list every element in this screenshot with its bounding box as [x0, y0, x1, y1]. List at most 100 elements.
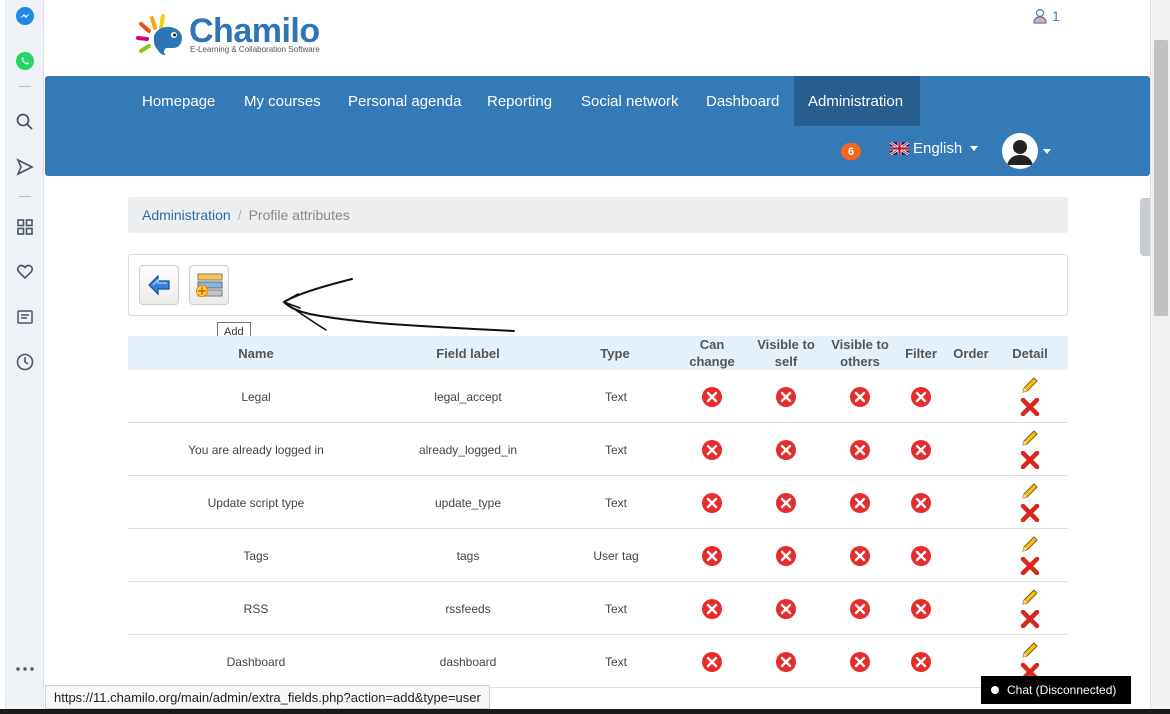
no-icon[interactable] — [775, 386, 797, 408]
nav-reporting[interactable]: Reporting — [487, 76, 552, 126]
col-visible-self[interactable]: Visible to self — [752, 336, 820, 370]
detail-actions — [1020, 534, 1040, 578]
no-icon[interactable] — [775, 439, 797, 461]
browser-sidebar — [6, 0, 44, 714]
no-icon[interactable] — [910, 439, 932, 461]
no-icon[interactable] — [701, 386, 723, 408]
no-icon[interactable] — [775, 492, 797, 514]
no-icon[interactable] — [910, 386, 932, 408]
edit-pencil-icon[interactable] — [1020, 375, 1040, 398]
visible-self-flag — [752, 423, 820, 476]
nav-administration[interactable]: Administration — [808, 76, 903, 126]
user-menu-caret-icon[interactable] — [1043, 149, 1051, 154]
notifications-badge[interactable]: 6 — [841, 143, 861, 160]
chevron-down-icon — [970, 146, 979, 151]
no-icon[interactable] — [910, 492, 932, 514]
no-icon[interactable] — [910, 545, 932, 567]
scrollbar-thumb[interactable] — [1154, 40, 1168, 316]
detail-actions — [1020, 587, 1040, 631]
col-name[interactable]: Name — [186, 336, 326, 370]
cell-order — [946, 423, 996, 476]
cell-field-label: tags — [456, 548, 480, 563]
no-icon[interactable] — [849, 598, 871, 620]
delete-icon[interactable] — [1020, 397, 1040, 419]
annotation-arrow-icon — [282, 278, 515, 332]
cell-detail — [1005, 476, 1055, 529]
whatsapp-icon[interactable] — [13, 49, 37, 73]
no-icon[interactable] — [701, 439, 723, 461]
can-change-flag — [678, 423, 746, 476]
nav-social-network[interactable]: Social network — [581, 76, 679, 126]
breadcrumb: Administration / Profile attributes — [128, 197, 1068, 233]
col-order[interactable]: Order — [946, 336, 996, 370]
no-icon[interactable] — [701, 651, 723, 673]
breadcrumb-administration[interactable]: Administration — [142, 207, 231, 223]
nav-homepage[interactable]: Homepage — [142, 76, 215, 126]
edit-pencil-icon[interactable] — [1020, 481, 1040, 504]
no-icon[interactable] — [910, 598, 932, 620]
no-icon[interactable] — [849, 651, 871, 673]
vertical-scrollbar[interactable] — [1150, 0, 1170, 714]
table-row: Legal legal_accept Text — [128, 370, 1068, 423]
delete-icon[interactable] — [1020, 556, 1040, 578]
cell-order — [946, 476, 996, 529]
search-icon[interactable] — [13, 110, 37, 134]
no-icon[interactable] — [910, 651, 932, 673]
heart-icon[interactable] — [13, 260, 37, 284]
edit-pencil-icon[interactable] — [1020, 428, 1040, 451]
online-users-count: 1 — [1052, 8, 1060, 24]
no-icon[interactable] — [849, 386, 871, 408]
visible-others-flag — [826, 635, 894, 688]
apps-grid-icon[interactable] — [13, 215, 37, 239]
delete-icon[interactable] — [1020, 609, 1040, 631]
col-field-label[interactable]: Field label — [398, 336, 538, 370]
avatar[interactable] — [1002, 133, 1038, 169]
delete-icon[interactable] — [1020, 450, 1040, 472]
col-type[interactable]: Type — [580, 336, 650, 370]
no-icon[interactable] — [701, 492, 723, 514]
no-icon[interactable] — [775, 651, 797, 673]
no-icon[interactable] — [849, 545, 871, 567]
filter-flag — [896, 370, 946, 423]
col-visible-others[interactable]: Visible to others — [826, 336, 894, 370]
edit-pencil-icon[interactable] — [1020, 534, 1040, 557]
table-row: Tags tags User tag — [128, 529, 1068, 582]
edit-pencil-icon[interactable] — [1020, 640, 1040, 663]
table-header: Name Field label Type Can change Visible… — [128, 336, 1068, 370]
more-dots-icon[interactable] — [13, 657, 37, 681]
chat-bar[interactable]: Chat (Disconnected) — [981, 676, 1131, 704]
nav-my-courses[interactable]: My courses — [244, 76, 321, 126]
chat-status-dot — [991, 686, 999, 694]
no-icon[interactable] — [701, 598, 723, 620]
no-icon[interactable] — [775, 598, 797, 620]
add-field-icon — [196, 273, 223, 297]
col-filter[interactable]: Filter — [896, 336, 946, 370]
back-button[interactable] — [139, 265, 179, 305]
delete-icon[interactable] — [1020, 503, 1040, 525]
messenger-icon[interactable] — [13, 4, 37, 28]
no-icon[interactable] — [775, 545, 797, 567]
cell-type: Text — [604, 389, 627, 404]
add-field-button[interactable] — [189, 265, 229, 305]
cell-type: Text — [604, 601, 627, 616]
no-icon[interactable] — [849, 492, 871, 514]
cell-type: Text — [604, 442, 627, 457]
can-change-flag — [678, 582, 746, 635]
back-arrow-icon — [148, 274, 170, 296]
cell-name: Dashboard — [226, 654, 286, 669]
nav-personal-agenda[interactable]: Personal agenda — [348, 76, 461, 126]
history-clock-icon[interactable] — [13, 350, 37, 374]
can-change-flag — [678, 635, 746, 688]
language-selector[interactable]: English — [890, 140, 979, 157]
edit-pencil-icon[interactable] — [1020, 587, 1040, 610]
send-icon[interactable] — [13, 155, 37, 179]
cell-type: Text — [604, 495, 627, 510]
news-icon[interactable] — [13, 305, 37, 329]
no-icon[interactable] — [701, 545, 723, 567]
online-users[interactable]: 1 — [1032, 8, 1060, 24]
cell-field-label: dashboard — [439, 654, 497, 669]
col-can-change[interactable]: Can change — [678, 336, 746, 370]
no-icon[interactable] — [849, 439, 871, 461]
nav-dashboard[interactable]: Dashboard — [706, 76, 779, 126]
chamilo-logo[interactable]: Chamilo E-Learning & Collaboration Softw… — [136, 12, 336, 62]
